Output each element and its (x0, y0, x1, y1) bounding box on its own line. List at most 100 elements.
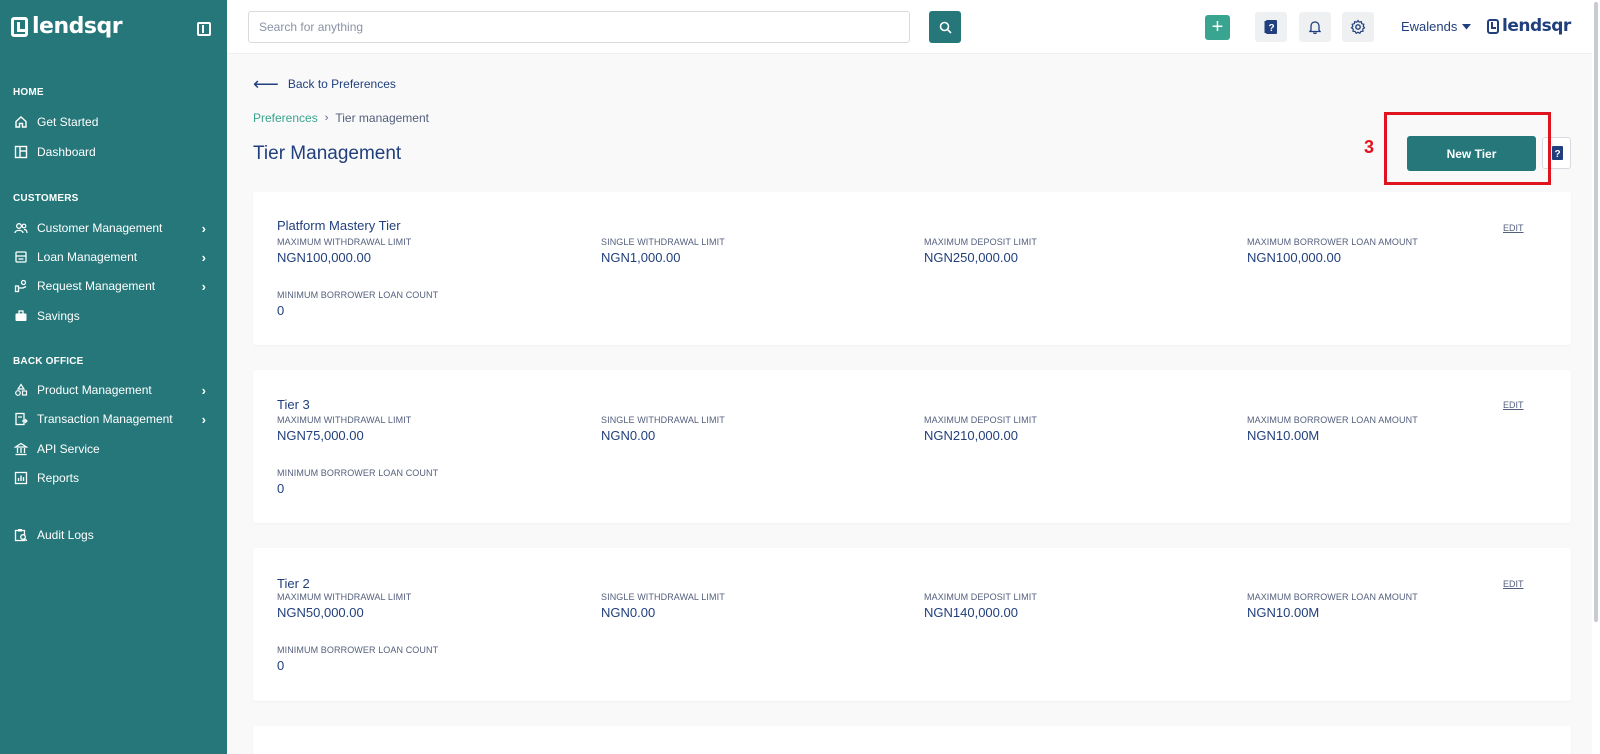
lendsqr-logo-icon (11, 16, 28, 37)
sidebar-item-transaction-management[interactable]: Transaction Management › (14, 408, 214, 430)
field-value: NGN0.00 (601, 428, 656, 443)
field-label: MAXIMUM BORROWER LOAN AMOUNT (1247, 415, 1418, 425)
max-deposit-field: MAXIMUM DEPOSIT LIMIT NGN250,000.00 (924, 237, 1037, 265)
transaction-icon (14, 412, 28, 426)
users-icon (14, 221, 28, 235)
sidebar-item-get-started[interactable]: Get Started (14, 111, 214, 133)
min-loan-count-field: MINIMUM BORROWER LOAN COUNT 0 (277, 290, 438, 318)
annotation-box-3 (1384, 112, 1551, 185)
sidebar-item-label: Product Management (37, 383, 152, 397)
edit-tier-link[interactable]: EDIT (1503, 579, 1524, 589)
field-label: MAXIMUM WITHDRAWAL LIMIT (277, 415, 412, 425)
field-label: SINGLE WITHDRAWAL LIMIT (601, 592, 725, 602)
sidebar-item-label: Customer Management (37, 221, 163, 235)
notifications-button[interactable] (1299, 12, 1331, 42)
sidebar-item-loan-management[interactable]: Loan Management › (14, 246, 214, 268)
tier-card-partial (253, 726, 1571, 754)
sidebar-item-label: Audit Logs (37, 528, 94, 542)
field-label: SINGLE WITHDRAWAL LIMIT (601, 415, 725, 425)
field-label: MINIMUM BORROWER LOAN COUNT (277, 468, 439, 478)
sidebar-item-api-service[interactable]: API Service (14, 438, 214, 460)
field-value: NGN10.00M (1247, 605, 1320, 620)
field-value: NGN100,000.00 (277, 250, 371, 265)
field-label: MAXIMUM BORROWER LOAN AMOUNT (1247, 592, 1418, 602)
nav-section-back-office: BACK OFFICE (13, 356, 84, 367)
min-loan-count-field: MINIMUM BORROWER LOAN COUNT 0 (277, 645, 438, 673)
page-title: Tier Management (253, 143, 402, 164)
sidebar-item-label: API Service (37, 442, 100, 456)
user-menu[interactable]: Ewalends (1401, 19, 1472, 34)
field-value: NGN0.00 (601, 605, 656, 620)
sidebar-item-product-management[interactable]: Product Management › (14, 379, 214, 401)
dashboard-icon (14, 145, 28, 159)
sidebar-item-request-management[interactable]: Request Management › (14, 275, 214, 297)
sidebar-item-label: Dashboard (37, 145, 96, 159)
max-loan-amount-field: MAXIMUM BORROWER LOAN AMOUNT NGN100,000.… (1247, 237, 1418, 265)
field-label: MINIMUM BORROWER LOAN COUNT (277, 290, 439, 300)
field-label: MAXIMUM DEPOSIT LIMIT (924, 592, 1037, 602)
edit-tier-link[interactable]: EDIT (1503, 223, 1524, 233)
field-label: MAXIMUM DEPOSIT LIMIT (924, 237, 1037, 247)
sidebar-item-label: Reports (37, 471, 80, 485)
svg-text:?: ? (1268, 23, 1274, 34)
breadcrumb: Preferences › Tier management (253, 111, 429, 125)
search-input[interactable] (248, 11, 910, 43)
chevron-right-icon: › (201, 278, 206, 294)
sidebar-item-audit-logs[interactable]: Audit Logs (14, 524, 214, 546)
sidebar-item-label: Get Started (37, 115, 99, 129)
scrollbar-thumb[interactable] (1594, 2, 1598, 622)
field-value: NGN250,000.00 (924, 250, 1018, 265)
tier-name: Tier 2 (277, 576, 310, 591)
chevron-right-icon: › (201, 411, 206, 427)
max-withdrawal-field: MAXIMUM WITHDRAWAL LIMIT NGN75,000.00 (277, 415, 411, 443)
back-to-preferences-link[interactable]: ⟵ Back to Preferences (253, 74, 396, 94)
chevron-right-icon: › (324, 112, 329, 124)
institution-icon (14, 442, 28, 456)
tier-card: Platform Mastery Tier EDIT MAXIMUM WITHD… (253, 192, 1571, 345)
field-value: 0 (277, 481, 285, 496)
gear-icon (1350, 19, 1366, 35)
tier-card: Tier 2 EDIT MAXIMUM WITHDRAWAL LIMIT NGN… (253, 548, 1571, 701)
nav-section-home: HOME (13, 87, 44, 98)
settings-button[interactable] (1342, 12, 1374, 42)
svg-text:?: ? (1554, 149, 1560, 160)
help-button[interactable]: ? (1255, 12, 1287, 42)
single-withdrawal-field: SINGLE WITHDRAWAL LIMIT NGN0.00 (601, 592, 725, 620)
brand-logo[interactable]: lendsqr (11, 14, 123, 39)
breadcrumb-preferences[interactable]: Preferences (253, 111, 318, 125)
shapes-icon (14, 383, 28, 397)
arrow-left-icon: ⟵ (253, 74, 279, 94)
field-value: 0 (277, 303, 285, 318)
sidebar-collapse-icon[interactable] (197, 22, 211, 36)
briefcase-icon (14, 309, 28, 323)
lendsqr-logo-icon (1487, 18, 1499, 34)
search-button[interactable] (929, 11, 961, 43)
max-deposit-field: MAXIMUM DEPOSIT LIMIT NGN210,000.00 (924, 415, 1037, 443)
field-value: 0 (277, 658, 285, 673)
max-withdrawal-field: MAXIMUM WITHDRAWAL LIMIT NGN50,000.00 (277, 592, 411, 620)
max-loan-amount-field: MAXIMUM BORROWER LOAN AMOUNT NGN10.00M (1247, 415, 1418, 443)
sidebar-item-dashboard[interactable]: Dashboard (14, 141, 214, 163)
home-icon (14, 115, 28, 129)
help-book-icon: ? (1551, 146, 1563, 160)
annotation-label-3: 3 (1364, 137, 1375, 157)
field-value: NGN10.00M (1247, 428, 1320, 443)
add-button[interactable]: + (1205, 15, 1230, 40)
chevron-right-icon: › (201, 382, 206, 398)
request-icon (14, 279, 28, 293)
plus-icon: + (1211, 16, 1224, 38)
sidebar-item-customer-management[interactable]: Customer Management › (14, 217, 214, 239)
top-header: + ? Ewalends lendsqr (227, 0, 1600, 54)
max-deposit-field: MAXIMUM DEPOSIT LIMIT NGN140,000.00 (924, 592, 1037, 620)
edit-tier-link[interactable]: EDIT (1503, 400, 1524, 410)
search-icon (939, 21, 952, 34)
min-loan-count-field: MINIMUM BORROWER LOAN COUNT 0 (277, 468, 438, 496)
chart-icon (14, 471, 28, 485)
sidebar-item-label: Savings (37, 309, 80, 323)
max-loan-amount-field: MAXIMUM BORROWER LOAN AMOUNT NGN10.00M (1247, 592, 1418, 620)
org-brand-name: lendsqr (1502, 16, 1571, 36)
sidebar-item-reports[interactable]: Reports (14, 467, 214, 489)
single-withdrawal-field: SINGLE WITHDRAWAL LIMIT NGN1,000.00 (601, 237, 725, 265)
sidebar-item-savings[interactable]: Savings (14, 305, 214, 327)
org-logo: lendsqr (1487, 16, 1571, 36)
